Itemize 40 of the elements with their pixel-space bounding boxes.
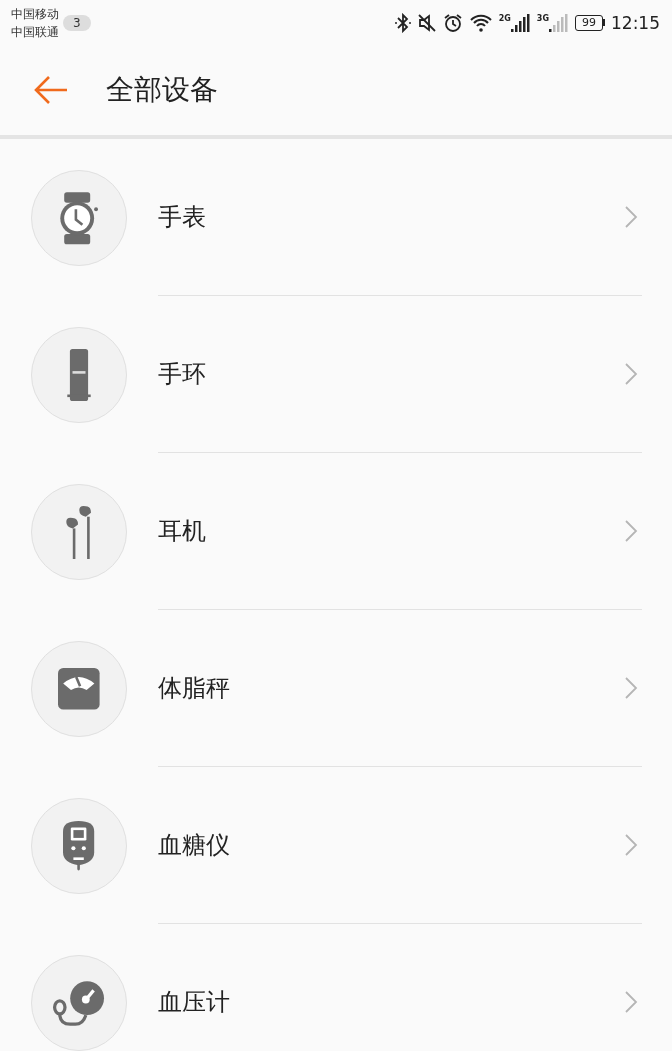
glucose-meter-icon [63,821,95,871]
fitness-band-icon [66,349,92,401]
device-name: 体脂秤 [158,673,230,704]
battery-level: 99 [575,14,603,31]
device-name: 血压计 [158,987,230,1018]
page-title: 全部设备 [106,72,218,108]
network-type: 2G [498,13,511,23]
wifi-icon [468,12,493,33]
mute-icon [416,12,437,33]
device-list-item[interactable]: 手环 [0,296,672,453]
carrier-name: 中国联通 [11,23,59,41]
device-name: 手环 [158,359,206,390]
device-name: 血糖仪 [158,830,230,861]
alarm-icon [442,12,463,33]
chevron-right-icon [624,990,638,1014]
device-list-item[interactable]: 耳机 [0,453,672,610]
signal-icon [510,13,531,32]
notification-badge: 3 [63,14,91,31]
device-list-item[interactable]: 血压计 [0,924,672,1051]
signal-icon [549,13,569,32]
device-name: 手表 [158,202,206,233]
back-arrow-icon [33,75,69,105]
chevron-right-icon [624,362,638,386]
chevron-right-icon [624,519,638,543]
clock-time: 12:15 [611,12,660,33]
chevron-right-icon [624,676,638,700]
scale-icon [58,668,100,710]
chevron-right-icon [624,205,638,229]
device-name: 耳机 [158,516,206,547]
device-list-item[interactable]: 体脂秤 [0,610,672,767]
earphones-icon [65,504,93,560]
device-list-item[interactable]: 血糖仪 [0,767,672,924]
watch-icon [58,190,100,246]
blood-pressure-monitor-icon [52,979,106,1027]
bluetooth-icon [394,12,411,33]
carrier-name: 中国移动 [11,5,59,23]
back-button[interactable] [33,75,69,105]
chevron-right-icon [624,833,638,857]
device-list-item[interactable]: 手表 [0,139,672,296]
network-type: 3G [536,13,549,23]
